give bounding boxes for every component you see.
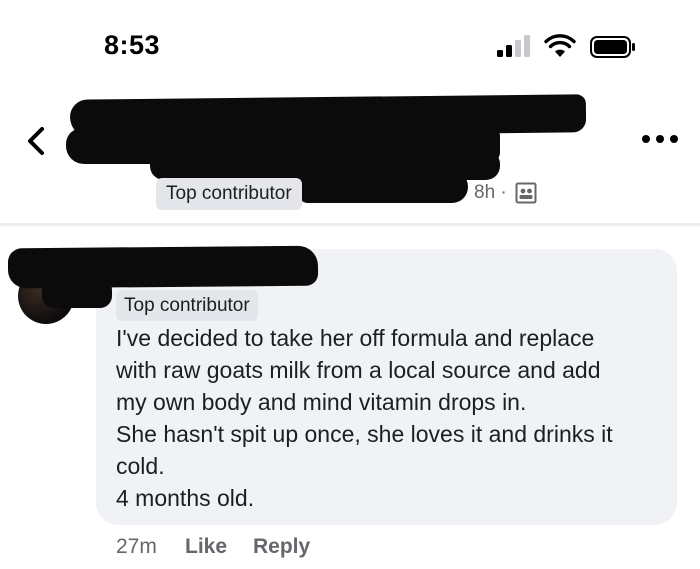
audience-icon	[515, 182, 537, 204]
comment-line: I've decided to take her off formula and…	[116, 325, 595, 351]
comment-line: with raw goats milk from a local source …	[116, 357, 601, 383]
top-contributor-badge: Top contributor	[116, 290, 258, 321]
more-icon[interactable]	[640, 132, 680, 146]
comment-line: my own body and mind vitamin drops in.	[116, 389, 527, 415]
post-timestamp: 8h ·	[474, 182, 507, 203]
top-contributor-badge: Top contributor	[156, 178, 302, 210]
wifi-icon	[544, 34, 576, 57]
battery-icon	[590, 36, 635, 58]
divider	[0, 223, 700, 226]
status-bar: 8:53	[0, 0, 700, 90]
back-chevron-icon[interactable]	[22, 124, 52, 158]
reply-button[interactable]: Reply	[253, 533, 310, 561]
comment-timestamp: 27m	[116, 535, 157, 558]
signal-icon	[497, 35, 530, 57]
comment-line: cold.	[116, 453, 165, 479]
like-button[interactable]: Like	[185, 533, 227, 561]
redacted-author-name	[298, 169, 468, 203]
comment-line: She hasn't spit up once, she loves it an…	[116, 421, 613, 447]
comment-text: I've decided to take her off formula and…	[116, 322, 671, 514]
redacted-commenter-name	[42, 278, 112, 308]
status-time: 8:53	[104, 30, 161, 60]
comment-line: 4 months old.	[116, 485, 255, 511]
